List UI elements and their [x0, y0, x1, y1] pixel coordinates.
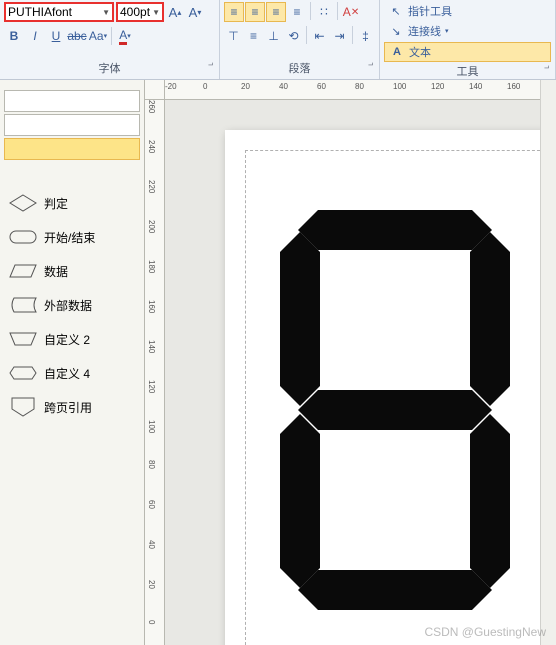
clear-format-button[interactable]: A✕ [341, 2, 361, 22]
text-icon: A [389, 44, 405, 60]
connector-icon: ↘ [388, 23, 404, 39]
shapes-sidebar: 判定 开始/结束 数据 外部数据 自定义 2 自定义 4 跨页引用 [0, 80, 145, 645]
font-group: ▼ ▼ A▴ A▾ B I U abc Aa▾ A▾ 字体 [0, 0, 220, 79]
pointer-icon: ↖ [388, 3, 404, 19]
font-name-input[interactable] [8, 5, 100, 19]
bullets-button[interactable]: ∷ [314, 2, 334, 22]
italic-button[interactable]: I [25, 26, 45, 46]
workspace: 判定 开始/结束 数据 外部数据 自定义 2 自定义 4 跨页引用 -20020… [0, 80, 556, 645]
hexagon-icon [8, 364, 38, 382]
canvas-area: -20020406080100120140160180 260240220200… [145, 80, 556, 645]
tools-group: ↖ 指针工具 ↘ 连接线 ▾ A 文本 工具 [380, 0, 556, 79]
cylinder-side-icon [8, 296, 38, 314]
page[interactable] [225, 130, 556, 645]
shape-item-decision[interactable]: 判定 [0, 186, 144, 220]
tools-group-label: 工具 [384, 62, 551, 80]
align-top-button[interactable]: ⊤ [224, 26, 243, 46]
text-direction-button[interactable]: ⟲ [284, 26, 303, 46]
ruler-horizontal[interactable]: -20020406080100120140160180 [165, 80, 556, 100]
shrink-font-button[interactable]: A▾ [186, 3, 204, 21]
chevron-down-icon: ▼ [102, 8, 110, 17]
align-middle-button[interactable]: ≡ [244, 26, 263, 46]
shape-item-custom-2[interactable]: 自定义 2 [0, 322, 144, 356]
offpage-icon [8, 398, 38, 416]
shape-item-data[interactable]: 数据 [0, 254, 144, 288]
font-size-input[interactable] [120, 5, 150, 19]
font-color-button[interactable]: A▾ [115, 26, 135, 46]
bold-button[interactable]: B [4, 26, 24, 46]
align-right-button[interactable]: ≡ [266, 2, 286, 22]
chevron-down-icon: ▼ [152, 8, 160, 17]
font-size-select[interactable]: ▼ [116, 2, 164, 22]
vertical-scrollbar[interactable] [540, 80, 556, 645]
seven-segment-glyph[interactable] [280, 210, 510, 610]
underline-button[interactable]: U [46, 26, 66, 46]
align-justify-button[interactable]: ≡ [287, 2, 307, 22]
decrease-indent-button[interactable]: ⇤ [310, 26, 329, 46]
parallelogram-icon [8, 262, 38, 280]
shape-item-external-data[interactable]: 外部数据 [0, 288, 144, 322]
font-group-label: 字体 [4, 59, 215, 77]
paragraph-group: ≡ ≡ ≡ ≡ ∷ A✕ ⊤ ≡ ⊥ ⟲ ⇤ ⇥ ‡ 段落 [220, 0, 380, 79]
sidebar-tab[interactable] [4, 114, 140, 136]
align-center-button[interactable]: ≡ [245, 2, 265, 22]
shape-item-offpage[interactable]: 跨页引用 [0, 390, 144, 424]
text-tool-button[interactable]: A 文本 [384, 42, 551, 62]
diamond-icon [8, 194, 38, 212]
rounded-rect-icon [8, 228, 38, 246]
ribbon: ▼ ▼ A▴ A▾ B I U abc Aa▾ A▾ 字体 [0, 0, 556, 80]
pointer-tool-button[interactable]: ↖ 指针工具 [384, 2, 551, 20]
align-bottom-button[interactable]: ⊥ [264, 26, 283, 46]
strikethrough-button[interactable]: abc [67, 26, 87, 46]
ruler-vertical[interactable]: 260240220200180160140120100806040200 [145, 100, 165, 645]
align-left-button[interactable]: ≡ [224, 2, 244, 22]
watermark: CSDN @GuestingNew [424, 625, 546, 639]
shape-item-terminator[interactable]: 开始/结束 [0, 220, 144, 254]
chevron-down-icon: ▾ [445, 27, 449, 35]
trapezoid-icon [8, 330, 38, 348]
grow-font-button[interactable]: A▴ [166, 3, 184, 21]
page-viewport[interactable]: ◂ [165, 100, 556, 645]
connector-tool-button[interactable]: ↘ 连接线 ▾ [384, 22, 551, 40]
ruler-corner [145, 80, 165, 100]
shape-item-custom-4[interactable]: 自定义 4 [0, 356, 144, 390]
sidebar-tab-selected[interactable] [4, 138, 140, 160]
increase-indent-button[interactable]: ⇥ [330, 26, 349, 46]
paragraph-group-label: 段落 [224, 59, 375, 77]
change-case-button[interactable]: Aa▾ [88, 26, 108, 46]
line-spacing-button[interactable]: ‡ [356, 26, 375, 46]
sidebar-tab[interactable] [4, 90, 140, 112]
font-name-select[interactable]: ▼ [4, 2, 114, 22]
